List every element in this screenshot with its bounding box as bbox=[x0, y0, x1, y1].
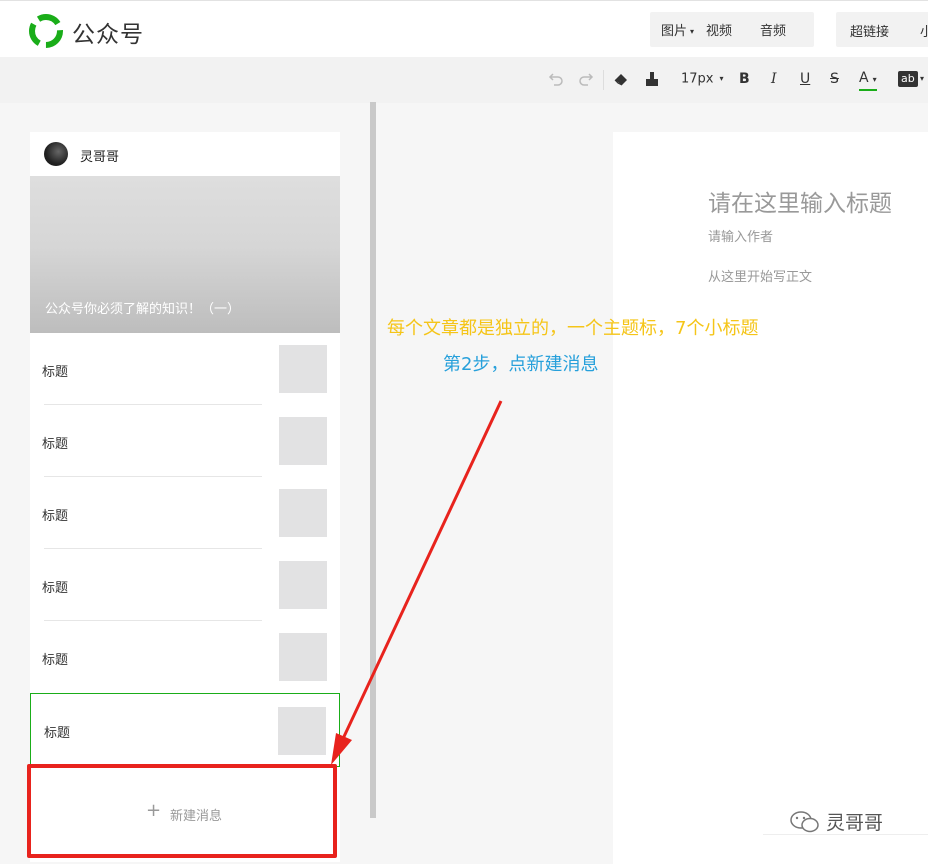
panel-splitter[interactable] bbox=[370, 102, 376, 818]
font-color-button[interactable]: A ▾ bbox=[859, 69, 877, 91]
list-item-active[interactable]: 标题 bbox=[30, 693, 340, 767]
watermark: 灵哥哥 bbox=[790, 808, 883, 835]
font-size-value: 17px bbox=[681, 71, 714, 87]
undo-icon[interactable] bbox=[548, 71, 564, 87]
redo-icon[interactable] bbox=[578, 71, 594, 87]
image-button-label: 图片 bbox=[661, 24, 688, 39]
list-item-title: 标题 bbox=[42, 581, 69, 596]
list-item[interactable]: 标题 bbox=[30, 549, 340, 621]
font-color-icon: A bbox=[859, 70, 869, 86]
list-item-title: 标题 bbox=[42, 437, 69, 452]
audio-button[interactable]: 音频 bbox=[760, 20, 786, 39]
format-toolbar: 17px ▾ B I U S A ▾ ab ▾ bbox=[0, 57, 928, 103]
list-item-title: 标题 bbox=[42, 509, 69, 524]
list-item-title: 标题 bbox=[42, 653, 69, 668]
italic-button[interactable]: I bbox=[771, 69, 777, 89]
hyperlink-button[interactable]: 超链接 bbox=[850, 21, 889, 40]
cover-article-title: 公众号你必须了解的知识！（一） bbox=[45, 302, 241, 317]
account-name: 灵哥哥 bbox=[80, 150, 120, 165]
author-input[interactable]: 请输入作者 bbox=[708, 226, 773, 245]
watermark-text: 灵哥哥 bbox=[826, 812, 884, 834]
background-color-button[interactable]: ab bbox=[898, 71, 918, 87]
underline-button[interactable]: U bbox=[800, 69, 810, 89]
title-input[interactable]: 请在这里输入标题 bbox=[708, 184, 892, 218]
cover-article[interactable]: 公众号你必须了解的知识！（一） bbox=[30, 176, 340, 333]
list-item[interactable]: 标题 bbox=[30, 477, 340, 549]
font-size-select[interactable]: 17px ▾ bbox=[681, 69, 724, 90]
link-insert-group: 超链接 小 bbox=[836, 12, 928, 47]
list-item[interactable]: 标题 bbox=[30, 333, 340, 405]
top-header: 公众号 图片 ▾ 视频 音频 超链接 小 bbox=[0, 0, 928, 57]
wechat-logo-icon bbox=[29, 14, 63, 48]
thumbnail-placeholder bbox=[279, 633, 327, 681]
article-list-panel: 灵哥哥 公众号你必须了解的知识！（一） 标题 标题 标题 标题 标题 标题 bbox=[30, 132, 340, 862]
avatar bbox=[44, 142, 68, 166]
caret-icon: ▾ bbox=[690, 27, 695, 36]
list-item-title: 标题 bbox=[42, 365, 69, 380]
list-item[interactable]: 标题 bbox=[30, 405, 340, 477]
chevron-down-icon: ▾ bbox=[719, 74, 724, 83]
eraser-icon[interactable] bbox=[612, 70, 630, 88]
list-item-title: 标题 bbox=[44, 726, 71, 741]
thumbnail-placeholder bbox=[278, 707, 326, 755]
list-item[interactable]: 标题 bbox=[30, 621, 340, 693]
body-input[interactable]: 从这里开始写正文 bbox=[708, 266, 812, 285]
image-button[interactable]: 图片 ▾ bbox=[661, 20, 694, 39]
chevron-down-icon: ▾ bbox=[872, 75, 877, 84]
editor-area: 请在这里输入标题 请输入作者 从这里开始写正文 bbox=[613, 132, 928, 864]
background-color-icon: ab bbox=[901, 72, 915, 85]
chevron-down-icon[interactable]: ▾ bbox=[920, 69, 924, 89]
format-brush-icon[interactable] bbox=[644, 70, 660, 88]
annotation-note-1: 每个文章都是独立的，一个主题标，7个小标题 bbox=[387, 318, 759, 339]
strikethrough-button[interactable]: S bbox=[830, 69, 839, 89]
thumbnail-placeholder bbox=[279, 345, 327, 393]
thumbnail-placeholder bbox=[279, 417, 327, 465]
toolbar-divider bbox=[603, 70, 604, 90]
media-insert-group: 图片 ▾ 视频 音频 bbox=[650, 12, 814, 47]
bold-button[interactable]: B bbox=[739, 69, 750, 89]
brand-name: 公众号 bbox=[72, 22, 144, 48]
wechat-icon bbox=[790, 810, 819, 832]
thumbnail-placeholder bbox=[279, 489, 327, 537]
video-button[interactable]: 视频 bbox=[706, 20, 732, 39]
mini-program-button[interactable]: 小 bbox=[920, 21, 928, 40]
annotation-note-2: 第2步，点新建消息 bbox=[443, 354, 599, 375]
thumbnail-placeholder bbox=[279, 561, 327, 609]
highlight-box bbox=[27, 764, 337, 858]
